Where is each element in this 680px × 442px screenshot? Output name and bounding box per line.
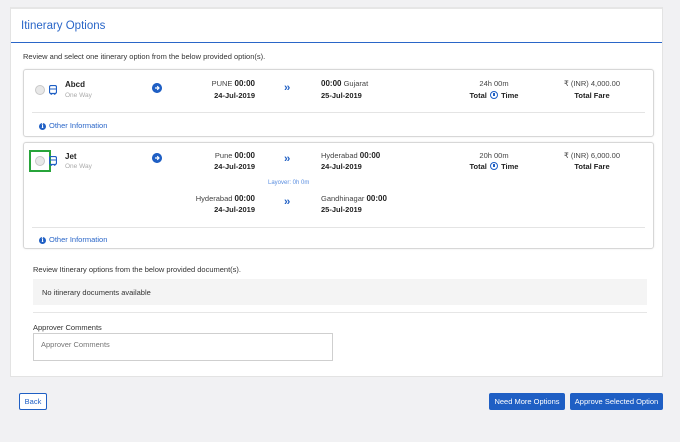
card-divider xyxy=(32,112,645,113)
layover-text: Layover: 0h 0m xyxy=(268,180,310,186)
other-information-link[interactable]: i Other Information xyxy=(39,235,107,244)
no-documents-text: No itinerary documents available xyxy=(42,288,151,297)
arrival-date: 24-Jul-2019 xyxy=(321,162,362,171)
total-fare-label: Total Fare xyxy=(574,91,610,100)
itinerary-option-card: Jet One Way Pune 00:00 24-Jul-2019 ›› Hy… xyxy=(23,142,654,249)
other-information-link[interactable]: i Other Information xyxy=(39,121,107,130)
section-divider xyxy=(33,312,647,313)
departure-city: Pune 00:00 xyxy=(214,151,255,160)
total-duration: 24h 00m xyxy=(479,79,509,88)
itinerary-option-card: Abcd One Way PUNE 00:00 24-Jul-2019 ›› 0… xyxy=(23,69,654,137)
departure-date: 24-Jul-2019 xyxy=(214,162,255,171)
departure-city: Hyderabad 00:00 xyxy=(195,194,255,203)
bus-icon xyxy=(49,85,57,95)
radio-highlight xyxy=(29,150,51,172)
arrival-city: 00:00 Gujarat xyxy=(321,79,369,88)
total-duration: 20h 00m xyxy=(479,151,509,160)
departure-city: PUNE 00:00 xyxy=(211,79,255,88)
info-icon: i xyxy=(39,237,46,244)
total-time-label: Total Time xyxy=(469,91,519,100)
arrival-date: 25-Jul-2019 xyxy=(321,205,362,214)
arrival-city: Hyderabad 00:00 xyxy=(321,151,381,160)
need-more-options-button[interactable]: Need More Options xyxy=(489,393,565,410)
card-divider xyxy=(32,227,645,228)
total-fare-amount: ₹ (INR) 4,000.00 xyxy=(563,79,621,88)
title-divider xyxy=(11,42,662,43)
clock-icon xyxy=(489,162,498,170)
arrival-date: 25-Jul-2019 xyxy=(321,91,362,100)
departure-date: 24-Jul-2019 xyxy=(214,205,255,214)
trip-type: One Way xyxy=(65,92,92,99)
page-title: Itinerary Options xyxy=(21,20,106,32)
departure-date: 24-Jul-2019 xyxy=(214,91,255,100)
approver-comments-input[interactable] xyxy=(33,333,333,361)
back-button[interactable]: Back xyxy=(19,393,47,410)
airline-name: Abcd xyxy=(65,80,85,89)
trip-type: One Way xyxy=(65,163,92,170)
bus-icon xyxy=(49,156,57,166)
double-chevron-right-icon: ›› xyxy=(284,153,290,165)
arrival-city: Gandhinagar 00:00 xyxy=(321,194,387,203)
approver-comments-label: Approver Comments xyxy=(33,323,102,332)
total-time-label: Total Time xyxy=(469,162,519,171)
airline-name: Jet xyxy=(65,152,77,161)
option-radio[interactable] xyxy=(35,85,45,95)
approve-selected-option-button[interactable]: Approve Selected Option xyxy=(570,393,663,410)
documents-box: No itinerary documents available xyxy=(33,279,647,305)
info-icon: i xyxy=(39,123,46,130)
total-fare-amount: ₹ (INR) 6,000.00 xyxy=(563,151,621,160)
double-chevron-right-icon: ›› xyxy=(284,196,290,208)
documents-title: Review Itinerary options from the below … xyxy=(33,265,242,274)
clock-icon xyxy=(489,91,498,99)
total-fare-label: Total Fare xyxy=(574,162,610,171)
selection-instruction: Review and select one itinerary option f… xyxy=(23,52,266,61)
double-chevron-right-icon: ›› xyxy=(284,82,290,94)
